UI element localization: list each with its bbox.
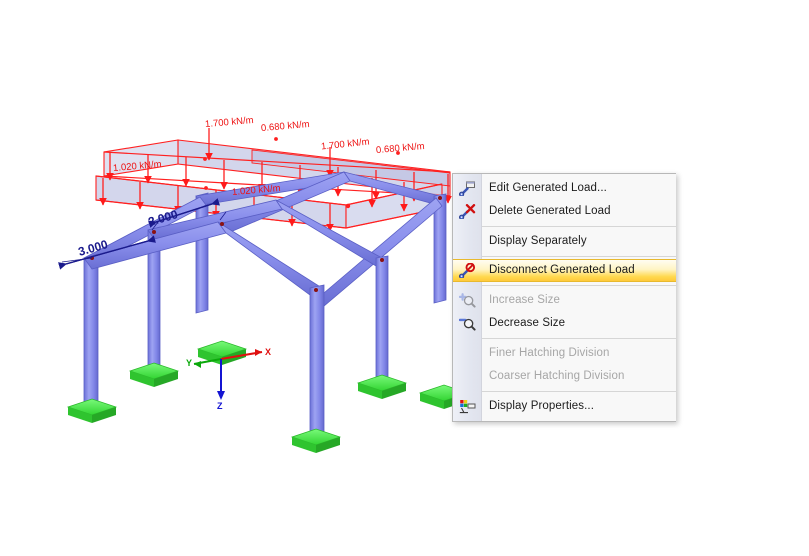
menu-item-increase-size[interactable]: Increase Size [453,289,676,312]
structure-drawing [58,128,470,453]
menu-item-display-separately[interactable]: Display Separately [453,230,676,253]
axis-label-x: X [265,347,272,357]
wrench-delete-icon [453,200,481,223]
menu-item-label: Disconnect Generated Load [489,264,635,276]
menu-item-coarser-hatching-division[interactable]: Coarser Hatching Division [453,365,676,388]
menu-item-label: Decrease Size [489,317,566,329]
zoom-in-icon [453,289,481,312]
menu-item-finer-hatching-division[interactable]: Finer Hatching Division [453,342,676,365]
menu-separator [482,285,676,286]
axis-label-y: Y [186,358,193,368]
menu-item-disconnect-generated-load[interactable]: Disconnect Generated Load [453,259,676,282]
menu-item-label: Edit Generated Load... [489,182,607,194]
wrench-edit-icon [453,177,481,200]
axis-label-z: Z [217,401,223,411]
no-icon [453,342,481,365]
3d-structure-viewport[interactable]: 1.700 kN/m 0.680 kN/m 1.700 kN/m 0.680 k… [0,0,809,556]
generated-load-context-menu[interactable]: Edit Generated Load... Delete Generated … [452,173,676,422]
menu-item-label: Finer Hatching Division [489,347,610,359]
frame-middle [147,199,389,392]
wrench-disconnect-icon [453,259,481,282]
support-plates [66,340,470,453]
zoom-out-icon [453,312,481,335]
menu-item-label: Display Separately [489,235,587,247]
menu-item-decrease-size[interactable]: Decrease Size [453,312,676,335]
menu-separator [482,226,676,227]
no-icon [453,365,481,388]
menu-item-display-properties[interactable]: Display Properties... [453,395,676,418]
menu-separator [482,338,676,339]
screenshot-root: 1.700 kN/m 0.680 kN/m 1.700 kN/m 0.680 k… [0,0,809,556]
no-icon [453,230,481,253]
menu-item-label: Increase Size [489,294,560,306]
display-properties-icon [453,395,481,418]
menu-separator [482,256,676,257]
menu-separator [482,391,676,392]
menu-item-edit-generated-load[interactable]: Edit Generated Load... [453,177,676,200]
menu-item-label: Display Properties... [489,400,594,412]
menu-item-label: Coarser Hatching Division [489,370,625,382]
menu-item-label: Delete Generated Load [489,205,611,217]
menu-item-delete-generated-load[interactable]: Delete Generated Load [453,200,676,223]
